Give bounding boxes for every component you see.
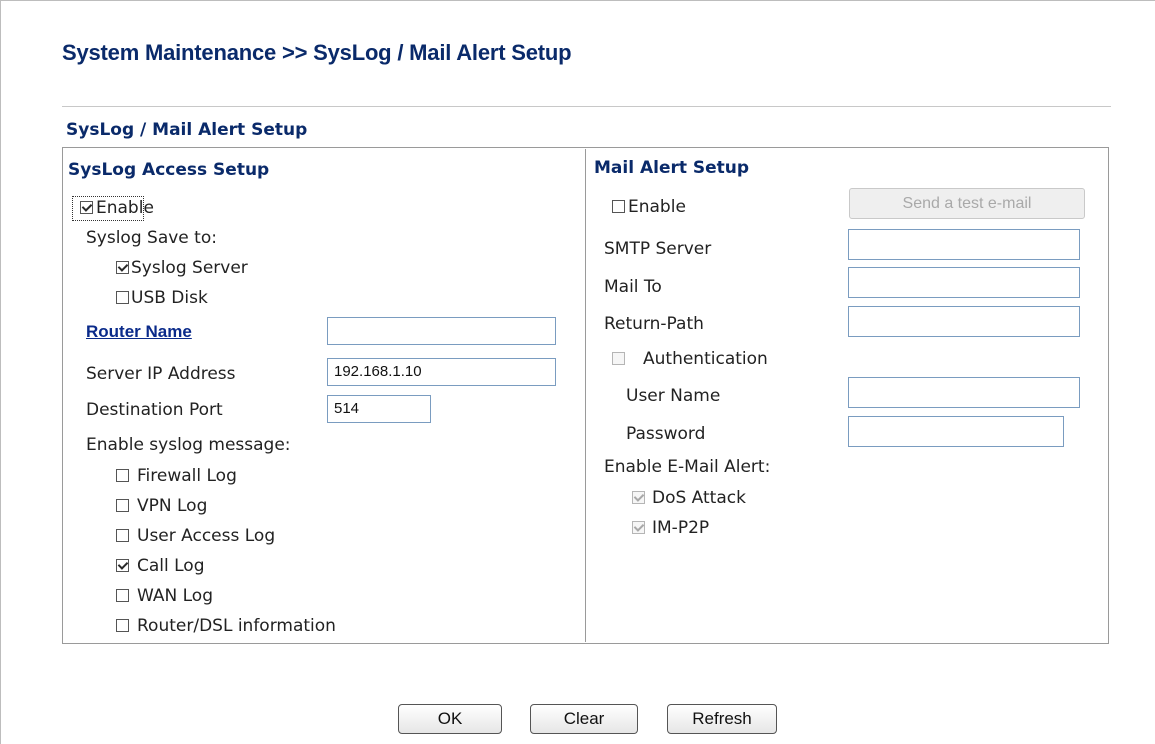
syslog-messages-label: Enable syslog message:	[86, 435, 291, 455]
syslog-enable-label: Enable	[96, 198, 154, 218]
call-log-label: Call Log	[137, 556, 205, 576]
server-ip-label: Server IP Address	[86, 364, 236, 384]
vpn-log-checkbox[interactable]	[116, 499, 129, 512]
im-p2p-checkbox[interactable]	[632, 521, 645, 534]
destination-port-input[interactable]: 514	[327, 395, 431, 423]
syslog-server-checkbox[interactable]	[116, 261, 129, 274]
authentication-checkbox[interactable]	[612, 352, 625, 365]
mail-enable-checkbox[interactable]	[612, 200, 625, 213]
router-name-link[interactable]: Router Name	[86, 322, 192, 342]
wan-log-label: WAN Log	[137, 586, 213, 606]
server-ip-input[interactable]: 192.168.1.10	[327, 358, 556, 386]
syslog-enable-checkbox[interactable]	[80, 201, 93, 214]
usb-disk-label: USB Disk	[131, 288, 208, 308]
page-title: System Maintenance >> SysLog / Mail Aler…	[62, 40, 572, 65]
section-caption: SysLog / Mail Alert Setup	[66, 120, 308, 140]
ok-button[interactable]: OK	[398, 704, 502, 734]
dos-attack-checkbox[interactable]	[632, 491, 645, 504]
router-name-input[interactable]	[327, 317, 556, 345]
router-dsl-info-checkbox[interactable]	[116, 619, 129, 632]
username-label: User Name	[626, 386, 721, 406]
mail-alert-header: Mail Alert Setup	[594, 158, 750, 178]
password-input[interactable]	[848, 416, 1064, 447]
dos-attack-label: DoS Attack	[652, 488, 746, 508]
window-left-border	[0, 0, 1, 744]
smtp-server-input[interactable]	[848, 229, 1080, 260]
username-input[interactable]	[848, 377, 1080, 408]
title-divider	[62, 106, 1111, 107]
firewall-log-label: Firewall Log	[137, 466, 237, 486]
vpn-log-label: VPN Log	[137, 496, 208, 516]
mail-enable-label: Enable	[628, 197, 686, 217]
authentication-label: Authentication	[643, 349, 768, 369]
window-top-border	[0, 0, 1155, 1]
usb-disk-checkbox[interactable]	[116, 291, 129, 304]
return-path-label: Return-Path	[604, 314, 704, 334]
clear-button[interactable]: Clear	[530, 704, 638, 734]
refresh-button[interactable]: Refresh	[667, 704, 777, 734]
syslog-save-to-label: Syslog Save to:	[86, 228, 217, 248]
return-path-input[interactable]	[848, 306, 1080, 337]
firewall-log-checkbox[interactable]	[116, 469, 129, 482]
user-access-log-checkbox[interactable]	[116, 529, 129, 542]
mail-to-input[interactable]	[848, 267, 1080, 298]
user-access-log-label: User Access Log	[137, 526, 276, 546]
syslog-server-label: Syslog Server	[131, 258, 248, 278]
email-alert-label: Enable E-Mail Alert:	[604, 457, 771, 477]
syslog-header: SysLog Access Setup	[68, 160, 270, 180]
mail-to-label: Mail To	[604, 277, 662, 297]
call-log-checkbox[interactable]	[116, 559, 129, 572]
password-label: Password	[626, 424, 706, 444]
wan-log-checkbox[interactable]	[116, 589, 129, 602]
column-divider	[585, 149, 586, 642]
smtp-server-label: SMTP Server	[604, 239, 712, 259]
send-test-email-button[interactable]: Send a test e-mail	[849, 188, 1085, 219]
destination-port-label: Destination Port	[86, 400, 223, 420]
router-dsl-info-label: Router/DSL information	[137, 616, 336, 636]
im-p2p-label: IM-P2P	[652, 518, 710, 538]
